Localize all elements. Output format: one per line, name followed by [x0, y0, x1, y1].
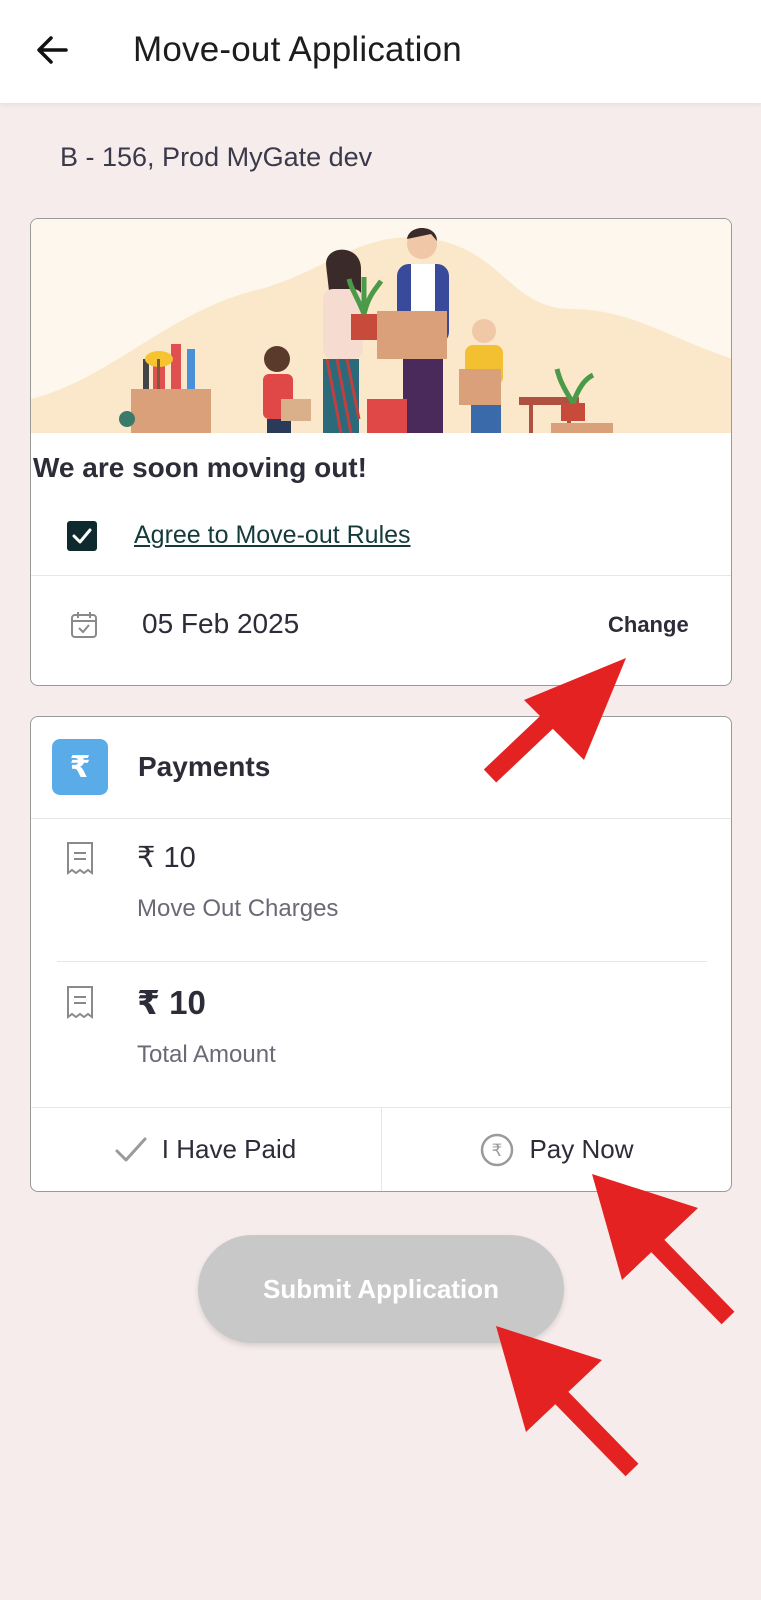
receipt-icon	[67, 986, 93, 1019]
rupee-circle-icon: ₹	[481, 1133, 514, 1166]
divider	[57, 961, 707, 962]
move-out-charge-amount: ₹ 10	[137, 842, 196, 874]
move-out-date: 05 Feb 2025	[142, 608, 300, 639]
app-bar: Move-out Application	[0, 0, 761, 103]
moving-family-illustration	[31, 219, 731, 434]
i-have-paid-button[interactable]: I Have Paid	[30, 1107, 380, 1192]
pay-now-label: Pay Now	[529, 1134, 634, 1164]
annotation-arrow	[592, 1174, 735, 1325]
divider	[31, 818, 731, 819]
move-out-heading: We are soon moving out!	[33, 452, 367, 483]
move-out-charge-label: Move Out Charges	[137, 895, 339, 922]
move-out-rules-link[interactable]: Agree to Move-out Rules	[134, 521, 411, 550]
change-date-button[interactable]: Change	[608, 612, 689, 638]
agree-checkbox[interactable]	[67, 521, 97, 551]
back-button[interactable]	[30, 28, 74, 72]
arrow-left-icon	[37, 36, 68, 64]
rupee-icon: ₹	[52, 739, 108, 795]
receipt-icon	[67, 842, 93, 875]
total-amount-label: Total Amount	[137, 1041, 276, 1068]
svg-text:₹: ₹	[492, 1141, 503, 1161]
annotation-arrow	[496, 1326, 639, 1477]
check-icon	[115, 1137, 147, 1161]
payments-heading: Payments	[138, 751, 271, 782]
annotation-arrow	[483, 658, 626, 783]
page-title: Move-out Application	[133, 30, 462, 69]
calendar-icon	[71, 612, 97, 638]
total-amount-value: ₹ 10	[137, 984, 206, 1021]
divider	[31, 575, 731, 576]
flat-label: B - 156, Prod MyGate dev	[60, 142, 373, 172]
i-have-paid-label: I Have Paid	[161, 1134, 297, 1164]
checkmark-icon	[72, 528, 92, 544]
